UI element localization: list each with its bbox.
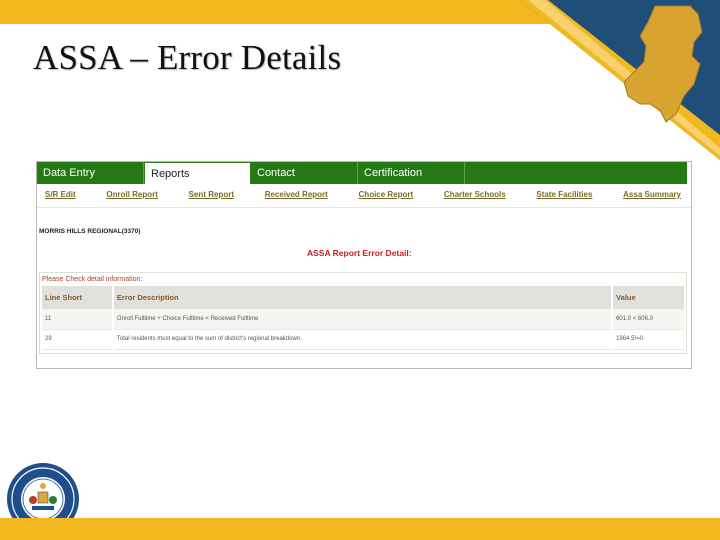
report-screenshot-panel: Data Entry Reports Contact Certification… [36,161,692,369]
cell-value: 1964.5!=0 [612,329,686,350]
link-state-facilities[interactable]: State Facilities [536,184,592,207]
tab-reports[interactable]: Reports [144,162,251,184]
district-name: MORRIS HILLS REGIONAL(3370) [39,228,141,235]
cell-value: 601.0 < 606.0 [612,309,686,330]
col-value: Value [612,286,686,309]
report-subnav: S/R Edit Onroll Report Sent Report Recei… [37,184,691,208]
cell-line: 11 [42,309,114,330]
error-table: Line Short Error Description Value 11 On… [42,286,686,350]
cell-description: Onroll Fulltime + Choice Fulltime < Rece… [112,309,614,330]
cell-line: 29 [42,329,114,350]
tab-certification[interactable]: Certification [358,162,465,184]
nav-spacer [465,162,691,184]
table-row: 11 Onroll Fulltime + Choice Fulltime < R… [42,309,686,330]
tab-contact[interactable]: Contact [251,162,358,184]
link-onroll-report[interactable]: Onroll Report [106,184,158,207]
link-sr-edit[interactable]: S/R Edit [45,184,76,207]
main-nav: Data Entry Reports Contact Certification [37,162,691,184]
bottom-banner [0,518,720,540]
check-detail-label: Please Check detail information: [42,276,143,283]
link-received-report[interactable]: Received Report [265,184,328,207]
error-detail-title: ASSA Report Error Detail: [307,248,412,258]
link-assa-summary[interactable]: Assa Summary [623,184,681,207]
table-header-row: Line Short Error Description Value [42,286,686,309]
col-error-description: Error Description [112,286,614,309]
link-sent-report[interactable]: Sent Report [189,184,234,207]
tab-data-entry[interactable]: Data Entry [37,162,144,184]
col-line-short: Line Short [42,286,114,309]
error-detail-box: Please Check detail information: Line Sh… [39,272,687,354]
cell-description: Total residents must equal to the sum of… [112,329,614,350]
link-choice-report[interactable]: Choice Report [359,184,414,207]
table-row: 29 Total residents must equal to the sum… [42,329,686,350]
link-charter-schools[interactable]: Charter Schools [444,184,506,207]
slide-title: ASSA – Error Details [33,38,342,77]
